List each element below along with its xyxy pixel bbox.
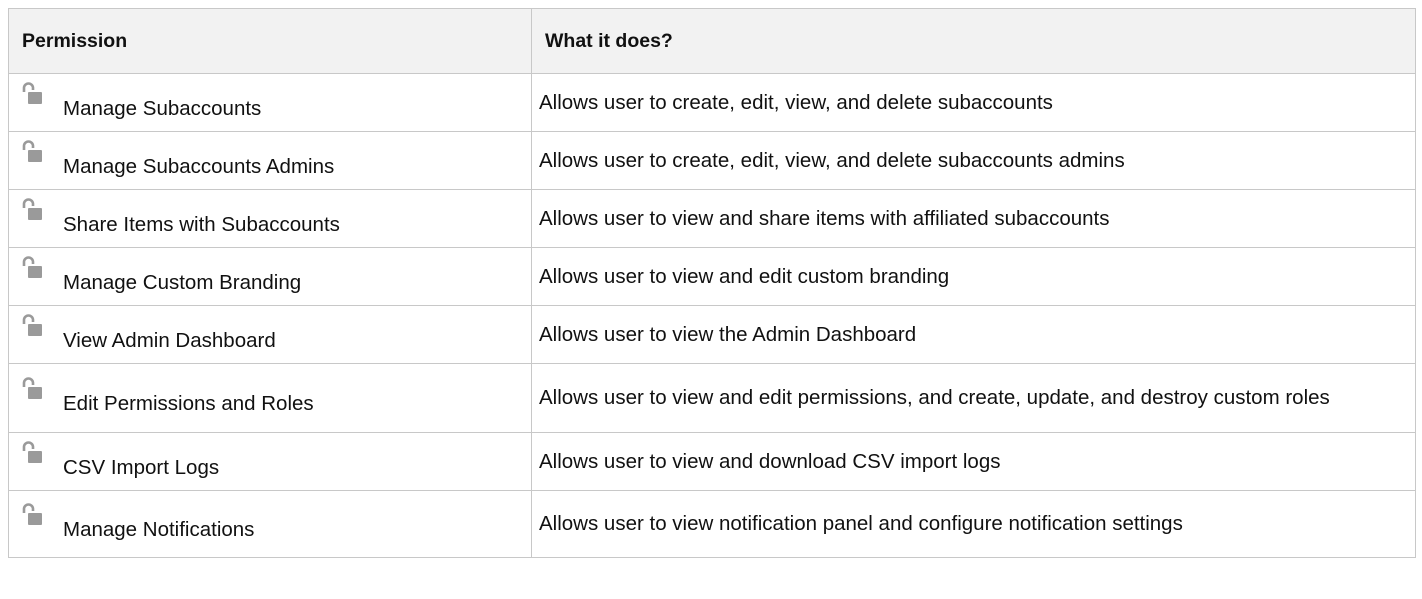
permission-name: View Admin Dashboard [63, 328, 276, 352]
permission-cell: Manage Subaccounts [8, 73, 532, 132]
permissions-page: Permission What it does? Manage Subaccou… [0, 0, 1422, 599]
permission-name: Share Items with Subaccounts [63, 212, 340, 236]
permissions-table: Permission What it does? Manage Subaccou… [8, 8, 1416, 558]
description-cell: Allows user to create, edit, view, and d… [531, 73, 1416, 132]
permission-name-wrap: CSV Import Logs [16, 437, 525, 487]
description-column-header: What it does? [531, 8, 1416, 74]
description-cell: Allows user to view notification panel a… [531, 490, 1416, 558]
permission-cell: Manage Custom Branding [8, 247, 532, 306]
table-row: Manage Custom Branding Allows user to vi… [8, 247, 1416, 306]
unlocked-padlock-icon [22, 197, 42, 220]
table-header-row: Permission What it does? [8, 8, 1416, 74]
permission-cell: CSV Import Logs [8, 432, 532, 491]
permission-description: Allows user to view and share items with… [539, 206, 1110, 230]
permission-name: Edit Permissions and Roles [63, 392, 314, 415]
permission-name-wrap: Manage Notifications [16, 499, 525, 549]
description-cell: Allows user to view and download CSV imp… [531, 432, 1416, 491]
unlocked-padlock-icon [22, 503, 42, 525]
table-row: Manage Subaccounts Admins Allows user to… [8, 131, 1416, 190]
permission-name-wrap: Manage Subaccounts [16, 78, 525, 128]
unlocked-padlock-icon [22, 440, 42, 463]
description-cell: Allows user to create, edit, view, and d… [531, 131, 1416, 190]
permission-name-wrap: Manage Subaccounts Admins [16, 136, 525, 186]
permission-name-wrap: View Admin Dashboard [16, 310, 525, 360]
permission-name: CSV Import Logs [63, 455, 220, 479]
permission-name-wrap: Share Items with Subaccounts [16, 194, 525, 244]
permission-description: Allows user to view notification panel a… [539, 512, 1183, 535]
permission-column-header: Permission [8, 8, 532, 74]
description-cell: Allows user to view and edit permissions… [531, 363, 1416, 433]
permission-cell: View Admin Dashboard [8, 305, 532, 364]
table-row: Manage Subaccounts Allows user to create… [8, 73, 1416, 132]
table-row: View Admin Dashboard Allows user to view… [8, 305, 1416, 364]
table-row: CSV Import Logs Allows user to view and … [8, 432, 1416, 491]
unlocked-padlock-icon [22, 139, 42, 162]
permission-description: Allows user to view and edit permissions… [539, 386, 1330, 409]
permission-description: Allows user to create, edit, view, and d… [539, 90, 1053, 114]
description-cell: Allows user to view and edit custom bran… [531, 247, 1416, 306]
permission-name-wrap: Edit Permissions and Roles [16, 373, 525, 423]
unlocked-padlock-icon [22, 313, 42, 336]
permission-name-wrap: Manage Custom Branding [16, 252, 525, 302]
permission-name: Manage Custom Branding [63, 270, 302, 294]
permission-cell: Edit Permissions and Roles [8, 363, 532, 433]
description-cell: Allows user to view and share items with… [531, 189, 1416, 248]
permission-description: Allows user to create, edit, view, and d… [539, 148, 1125, 172]
permission-description: Allows user to view the Admin Dashboard [539, 322, 917, 346]
table-row: Share Items with Subaccounts Allows user… [8, 189, 1416, 248]
permission-name: Manage Notifications [63, 518, 255, 541]
permission-cell: Share Items with Subaccounts [8, 189, 532, 248]
table-row: Edit Permissions and Roles Allows user t… [8, 363, 1416, 433]
permission-cell: Manage Notifications [8, 490, 532, 558]
table-row: Manage Notifications Allows user to view… [8, 490, 1416, 558]
unlocked-padlock-icon [22, 255, 42, 278]
description-cell: Allows user to view the Admin Dashboard [531, 305, 1416, 364]
permission-description: Allows user to view and download CSV imp… [539, 449, 1001, 473]
permission-name: Manage Subaccounts [63, 96, 262, 120]
permission-description: Allows user to view and edit custom bran… [539, 264, 950, 288]
unlocked-padlock-icon [22, 81, 42, 104]
unlocked-padlock-icon [22, 377, 42, 399]
permission-name: Manage Subaccounts Admins [63, 154, 335, 178]
permission-cell: Manage Subaccounts Admins [8, 131, 532, 190]
